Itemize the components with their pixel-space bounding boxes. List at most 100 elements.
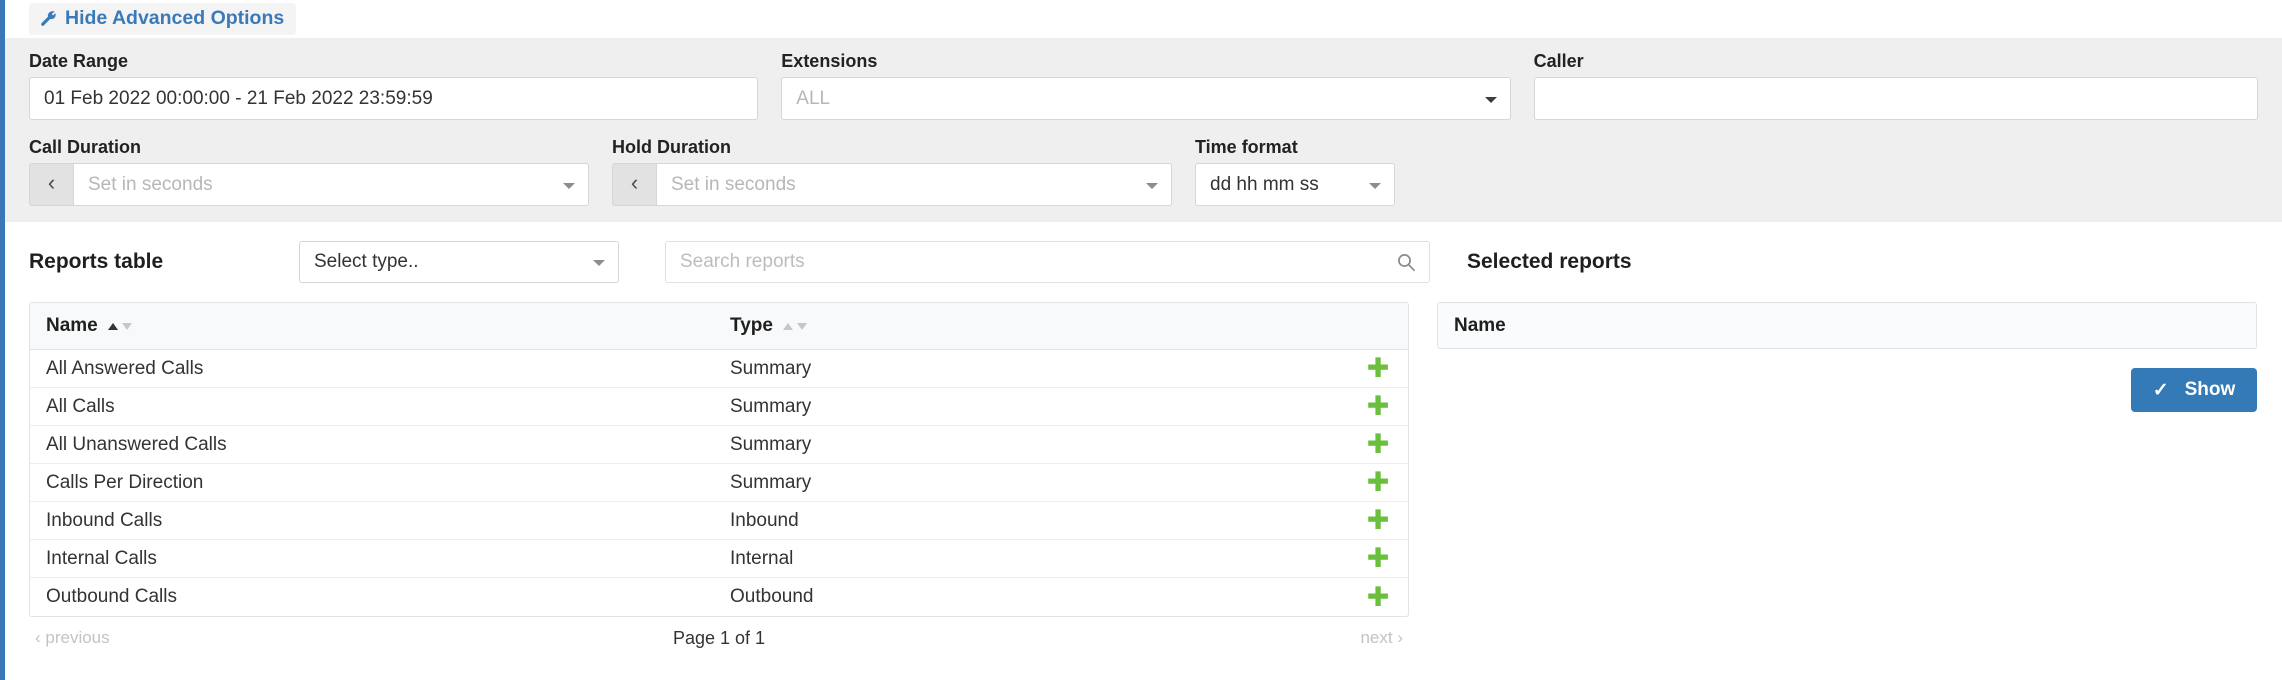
search-icon[interactable] <box>1396 252 1416 272</box>
sort-controls-type[interactable] <box>782 322 807 330</box>
reports-table-container: Name Type All Answered Calls Summary ✚ A… <box>29 302 1409 659</box>
call-duration-placeholder: Set in seconds <box>88 173 213 195</box>
cell-report-name: Internal Calls <box>46 547 157 569</box>
cell-add-action: ✚ <box>1348 355 1408 382</box>
cell-report-name: Outbound Calls <box>46 586 177 607</box>
call-duration-label: Call Duration <box>29 137 142 157</box>
selected-reports-title: Selected reports <box>1467 250 1632 273</box>
sort-descending-icon[interactable] <box>796 322 807 330</box>
cell-report-name: All Unanswered Calls <box>46 433 227 455</box>
panels-row: Name Type All Answered Calls Summary ✚ A… <box>29 302 2258 659</box>
extensions-label: Extensions <box>781 51 878 71</box>
add-report-icon[interactable]: ✚ <box>1367 545 1390 572</box>
cell-report-type: Outbound <box>730 586 814 607</box>
date-range-input[interactable]: 01 Feb 2022 00:00:00 - 21 Feb 2022 23:59… <box>29 77 759 120</box>
cell-report-name: All Calls <box>46 395 115 417</box>
wrench-icon <box>40 10 57 27</box>
table-row[interactable]: Internal Calls Internal ✚ <box>30 540 1408 578</box>
hide-advanced-options-label: Hide Advanced Options <box>65 6 285 29</box>
selected-reports-table: Name <box>1437 302 2257 349</box>
call-duration-input[interactable]: Set in seconds <box>73 163 589 206</box>
reports-toolbar: Reports table Select type.. Selected r <box>29 222 2258 302</box>
cell-report-type: Internal <box>730 547 794 569</box>
filters-row-1: Date Range 01 Feb 2022 00:00:00 - 21 Feb… <box>29 52 2258 120</box>
time-format-select[interactable]: dd hh mm ss <box>1195 163 1395 206</box>
cell-add-action: ✚ <box>1348 545 1408 572</box>
add-report-icon[interactable]: ✚ <box>1367 584 1390 611</box>
chevron-down-icon <box>563 182 575 189</box>
cell-add-action: ✚ <box>1348 431 1408 458</box>
cell-add-action: ✚ <box>1348 393 1408 420</box>
hold-duration-operator-button[interactable]: ‹ <box>612 163 656 206</box>
selected-reports-container: Name ✓ Show <box>1437 302 2257 659</box>
report-type-select[interactable]: Select type.. <box>299 241 619 283</box>
reports-table-header: Name Type <box>30 303 1408 350</box>
date-range-field: Date Range 01 Feb 2022 00:00:00 - 21 Feb… <box>29 51 759 120</box>
extensions-select-value: ALL <box>796 87 831 109</box>
reports-page: Hide Advanced Options Date Range 01 Feb … <box>0 0 2282 680</box>
cell-report-type: Summary <box>730 433 812 455</box>
caller-input[interactable] <box>1533 77 2258 120</box>
add-report-icon[interactable]: ✚ <box>1367 469 1390 496</box>
filters-panel: Date Range 01 Feb 2022 00:00:00 - 21 Feb… <box>5 38 2282 222</box>
reports-table-body: All Answered Calls Summary ✚ All Calls Summa… <box>30 350 1408 616</box>
hold-duration-input[interactable]: Set in seconds <box>656 163 1172 206</box>
page-indicator: Page 1 of 1 <box>672 627 766 648</box>
hold-duration-label: Hold Duration <box>612 137 731 157</box>
hold-duration-field: Hold Duration ‹ Set in seconds <box>612 138 1172 206</box>
column-header-name-label: Name <box>46 315 98 336</box>
cell-add-action: ✚ <box>1348 469 1408 496</box>
show-button-label: Show <box>2184 379 2236 400</box>
time-format-label: Time format <box>1195 137 1298 157</box>
cell-report-type: Summary <box>730 357 812 379</box>
cell-report-type: Summary <box>730 471 812 493</box>
add-report-icon[interactable]: ✚ <box>1367 393 1390 420</box>
chevron-down-icon <box>593 260 605 266</box>
sort-controls-name[interactable] <box>107 322 132 330</box>
show-button[interactable]: ✓ Show <box>2131 368 2257 412</box>
caller-field: Caller <box>1533 51 2258 120</box>
call-duration-operator-button[interactable]: ‹ <box>29 163 73 206</box>
advanced-options-bar: Hide Advanced Options <box>5 0 2282 38</box>
add-report-icon[interactable]: ✚ <box>1367 507 1390 534</box>
cell-report-type: Inbound <box>730 509 799 531</box>
report-type-select-value: Select type.. <box>314 251 419 272</box>
table-row[interactable]: Outbound Calls Outbound ✚ <box>30 578 1408 616</box>
column-header-name[interactable]: Name <box>30 315 730 337</box>
selected-reports-column-name: Name <box>1454 314 1506 336</box>
table-row[interactable]: All Calls Summary ✚ <box>30 388 1408 426</box>
call-duration-field: Call Duration ‹ Set in seconds <box>29 138 589 206</box>
date-range-label: Date Range <box>29 51 129 71</box>
extensions-field: Extensions ALL <box>781 51 1511 120</box>
sort-descending-icon[interactable] <box>121 322 132 330</box>
table-row[interactable]: Inbound Calls Inbound ✚ <box>30 502 1408 540</box>
cell-report-name: All Answered Calls <box>46 357 204 379</box>
cell-report-name: Inbound Calls <box>46 509 163 531</box>
time-format-value: dd hh mm ss <box>1210 173 1319 195</box>
cell-add-action: ✚ <box>1348 584 1408 611</box>
cell-report-type: Summary <box>730 395 812 417</box>
previous-page-button[interactable]: ‹ previous <box>35 628 335 648</box>
table-row[interactable]: All Answered Calls Summary ✚ <box>30 350 1408 388</box>
chevron-down-icon <box>1146 182 1158 189</box>
reports-table-title: Reports table <box>29 250 164 273</box>
next-page-button[interactable]: next › <box>1103 628 1403 648</box>
filters-row-2: Call Duration ‹ Set in seconds Hold Dura… <box>29 138 2258 206</box>
caller-label: Caller <box>1533 51 1584 71</box>
hide-advanced-options-button[interactable]: Hide Advanced Options <box>29 2 297 36</box>
column-header-type-label: Type <box>730 315 773 336</box>
pagination: ‹ previous Page 1 of 1 next › <box>29 617 1409 659</box>
search-reports-input[interactable] <box>665 241 1430 283</box>
add-report-icon[interactable]: ✚ <box>1367 431 1390 458</box>
cell-add-action: ✚ <box>1348 507 1408 534</box>
reports-table: Name Type All Answered Calls Summary ✚ A… <box>29 302 1409 617</box>
extensions-select[interactable]: ALL <box>781 77 1511 120</box>
column-header-type[interactable]: Type <box>730 315 1408 337</box>
table-row[interactable]: Calls Per Direction Summary ✚ <box>30 464 1408 502</box>
sort-ascending-icon[interactable] <box>107 322 118 330</box>
table-row[interactable]: All Unanswered Calls Summary ✚ <box>30 426 1408 464</box>
time-format-field: Time format dd hh mm ss <box>1195 138 1395 206</box>
sort-ascending-icon[interactable] <box>782 322 793 330</box>
check-icon: ✓ <box>2152 379 2169 401</box>
add-report-icon[interactable]: ✚ <box>1367 355 1390 382</box>
